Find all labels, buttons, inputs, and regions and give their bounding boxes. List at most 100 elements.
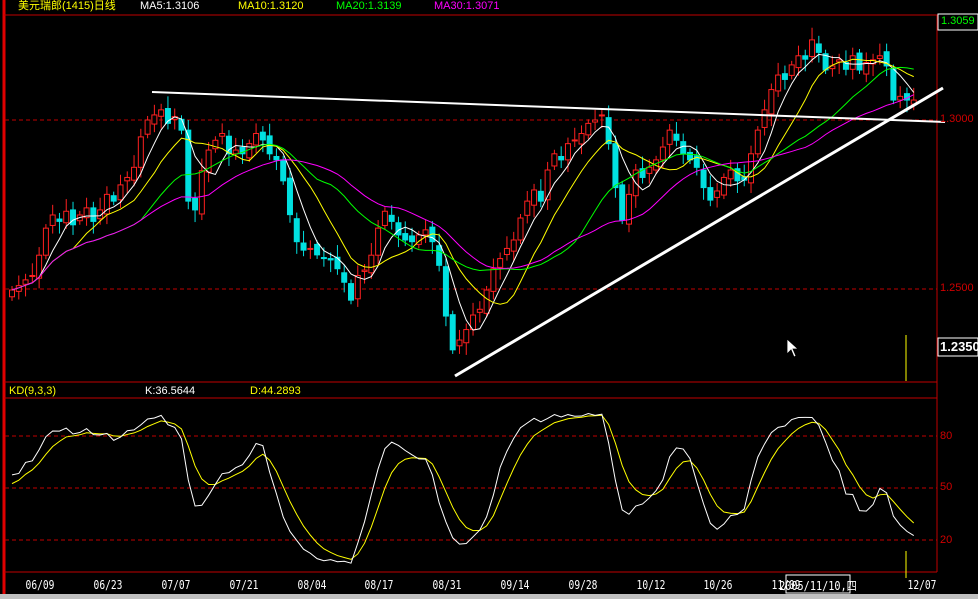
- date-tick-label: 06/09: [25, 578, 55, 592]
- candle-down: [890, 68, 897, 101]
- candle-down: [537, 190, 544, 202]
- candle-up: [381, 210, 388, 226]
- candle-down: [334, 256, 341, 270]
- candle-down: [314, 243, 321, 256]
- candle-up: [422, 229, 429, 236]
- candle-up: [463, 329, 470, 344]
- candle-down: [700, 169, 707, 189]
- ma30-label: MA30:1.3071: [434, 0, 500, 12]
- date-tick-label: 06/23: [93, 578, 123, 592]
- date-tick-label: 09/28: [568, 578, 598, 592]
- candle-up: [714, 190, 721, 198]
- candle-up: [29, 274, 36, 277]
- date-tick-label: 07/07: [161, 578, 191, 592]
- kd-d-value: D:44.2893: [250, 385, 301, 397]
- candle-up: [748, 153, 755, 184]
- candle-up: [795, 55, 802, 69]
- date-tick-label: 12/07: [907, 578, 937, 592]
- candle-up: [307, 247, 314, 250]
- ma20-line: [11, 66, 914, 291]
- candle-down: [273, 156, 280, 161]
- candle-up: [483, 289, 490, 314]
- candle-up: [124, 176, 131, 182]
- candle-up: [754, 129, 761, 155]
- candle-down: [348, 283, 354, 301]
- candle-up: [768, 89, 775, 115]
- price-level-1250: 1.2500: [940, 282, 974, 294]
- resistance-trendline[interactable]: [151, 91, 946, 123]
- candle-down: [707, 187, 714, 201]
- date-tick-label: 08/17: [364, 578, 394, 592]
- mouse-pointer-icon: [786, 338, 800, 358]
- candle-up: [198, 170, 205, 215]
- candle-up: [761, 109, 768, 128]
- price-level-1300: 1.3000: [940, 113, 974, 125]
- candle-down: [225, 135, 232, 155]
- candle-up: [246, 143, 253, 159]
- candle-down: [395, 222, 402, 236]
- candle-up: [151, 114, 158, 125]
- current-price-label: 1.3059: [941, 15, 975, 27]
- candle-down: [449, 314, 456, 351]
- candle-up: [497, 258, 504, 268]
- cursor-price-label: 1.2350: [940, 339, 978, 354]
- candle-down: [442, 266, 449, 317]
- date-tick-label: 09/14: [500, 578, 530, 592]
- candle-up: [510, 239, 517, 252]
- candle-up: [531, 189, 538, 206]
- candle-up: [375, 227, 382, 256]
- candle-up: [456, 339, 463, 347]
- candle-down: [409, 235, 416, 243]
- candle-up: [253, 133, 260, 146]
- candle-down: [402, 233, 409, 241]
- candle-up: [788, 64, 795, 76]
- candle-down: [673, 133, 680, 141]
- candle-up: [117, 184, 124, 201]
- candle-up: [354, 274, 361, 300]
- candle-down: [558, 156, 565, 161]
- candle-down: [327, 258, 334, 261]
- candle-up: [144, 119, 151, 135]
- date-tick-label: 10/26: [703, 578, 733, 592]
- candle-down: [388, 214, 395, 222]
- candle-up: [592, 119, 599, 123]
- chart-canvas: [2, 0, 978, 594]
- candle-up: [361, 269, 368, 272]
- candle-up: [9, 289, 15, 298]
- candle-up: [368, 254, 375, 274]
- kd-level-50: 50: [940, 481, 953, 493]
- ma20-label: MA20:1.3139: [336, 0, 402, 12]
- candles: [9, 27, 917, 355]
- candle-down: [687, 151, 693, 161]
- cursor-date-label: 2005/11/10,四: [779, 579, 857, 593]
- candle-up: [490, 268, 497, 292]
- candle-up: [49, 214, 56, 226]
- candle-up: [42, 227, 49, 256]
- candle-up: [503, 247, 510, 256]
- status-bar: [0, 594, 978, 599]
- chart-title: 美元瑞郎(1415)日线: [18, 0, 116, 12]
- candle-down: [280, 159, 287, 182]
- candle-up: [571, 139, 578, 142]
- candle-down: [192, 197, 199, 211]
- date-tick-label: 08/04: [297, 578, 326, 592]
- candle-up: [849, 55, 856, 70]
- ma5-label: MA5:1.3106: [140, 0, 200, 12]
- candle-down: [619, 184, 626, 221]
- candle-up: [564, 143, 571, 161]
- candle-up: [659, 146, 666, 161]
- candle-up: [727, 169, 734, 180]
- candle-up: [720, 176, 727, 196]
- candle-up: [876, 55, 883, 59]
- kd-level-80: 80: [940, 430, 953, 442]
- candle-down: [320, 257, 327, 260]
- candle-down: [802, 55, 809, 60]
- candle-up: [131, 166, 138, 181]
- candle-up: [517, 217, 524, 241]
- candle-up: [551, 153, 558, 167]
- candle-up: [219, 133, 226, 137]
- candle-up: [775, 74, 782, 92]
- candle-down: [856, 52, 863, 71]
- kd-title: KD(9,3,3): [9, 385, 57, 397]
- candle-up: [863, 62, 870, 75]
